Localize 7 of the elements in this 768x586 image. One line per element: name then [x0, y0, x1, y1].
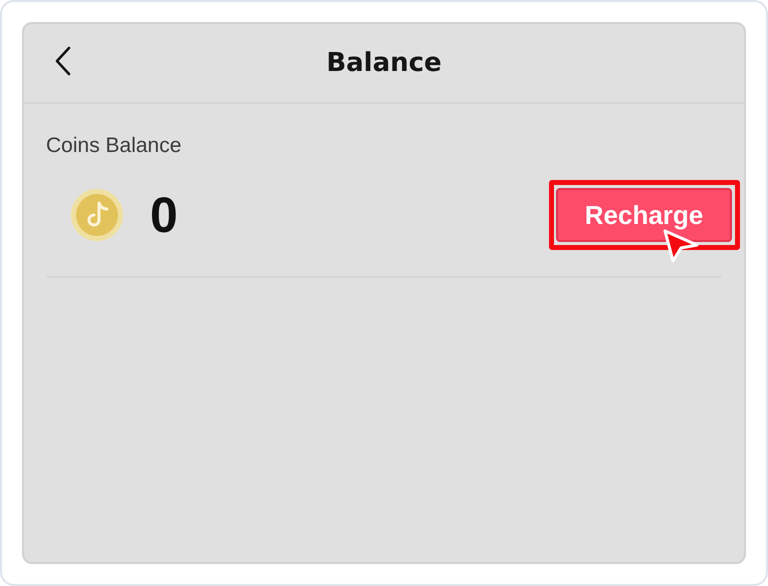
- page-title: Balance: [326, 48, 442, 78]
- coin-amount: 0: [150, 186, 178, 244]
- coin-icon: [70, 188, 124, 242]
- cursor-icon: [662, 228, 700, 264]
- balance-label: Coins Balance: [46, 134, 182, 158]
- recharge-button[interactable]: Recharge: [556, 188, 732, 242]
- back-icon[interactable]: [54, 46, 72, 76]
